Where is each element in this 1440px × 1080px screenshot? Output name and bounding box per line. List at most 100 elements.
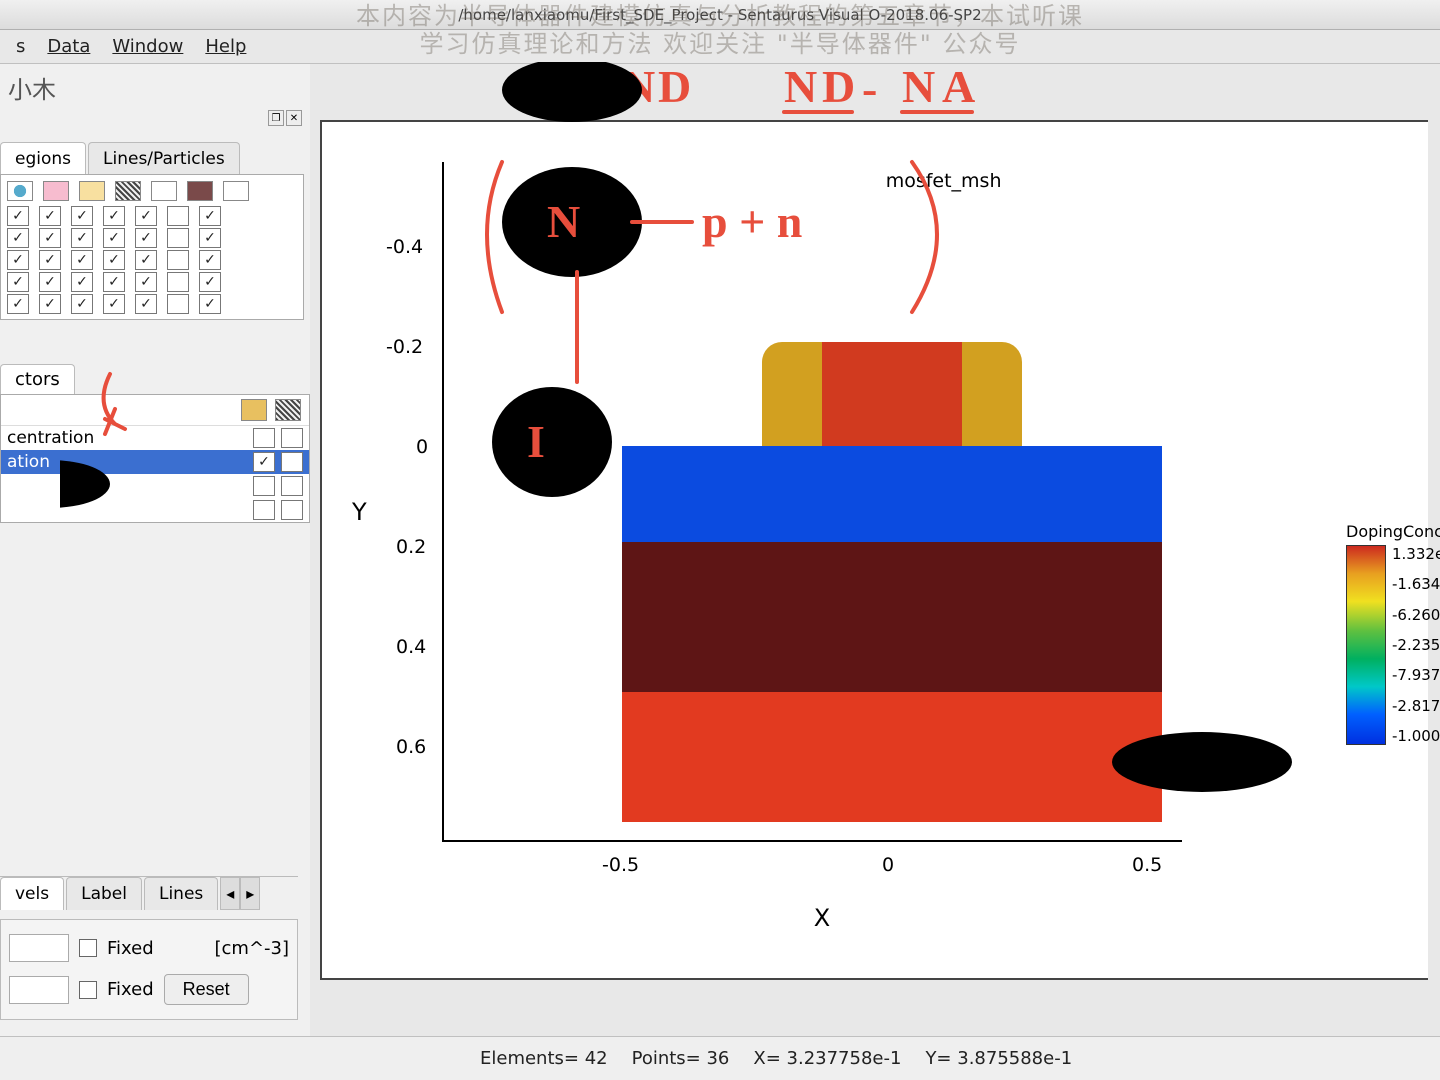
region-fill-icon[interactable] [43, 181, 69, 201]
field-checkbox[interactable] [253, 500, 275, 520]
level-min-fixed-checkbox[interactable] [79, 939, 97, 957]
outline-icon[interactable] [151, 181, 177, 201]
region-checkbox[interactable]: ✓ [199, 250, 221, 270]
menu-item-window[interactable]: Window [102, 32, 193, 61]
status-x: X= 3.237758e-1 [753, 1048, 901, 1069]
menu-item-help[interactable]: Help [195, 32, 256, 61]
tab-lines[interactable]: Lines [144, 877, 218, 910]
field-name: centration [7, 428, 247, 448]
level-min-input[interactable] [9, 934, 69, 962]
regions-matrix: ✓✓✓✓✓✓✓✓✓✓✓✓✓✓✓✓✓✓✓✓✓✓✓✓✓✓✓✓✓✓ [0, 174, 304, 320]
panel-close-icon[interactable]: ✕ [286, 110, 302, 126]
region-checkbox[interactable]: ✓ [199, 228, 221, 248]
region-checkbox[interactable]: ✓ [103, 294, 125, 314]
field-checkbox[interactable]: ✓ [253, 452, 275, 472]
level-max-fixed-checkbox[interactable] [79, 981, 97, 999]
region-checkbox[interactable] [167, 250, 189, 270]
tab-scroll-right-icon[interactable]: ▸ [240, 877, 260, 910]
region-checkbox[interactable] [167, 228, 189, 248]
field-checkbox[interactable] [281, 476, 303, 496]
mesh-icon[interactable] [115, 181, 141, 201]
panel-window-controls: ❐ ✕ [268, 110, 302, 126]
region-checkbox[interactable]: ✓ [71, 206, 93, 226]
region-checkbox[interactable]: ✓ [103, 206, 125, 226]
region-checkbox[interactable]: ✓ [199, 206, 221, 226]
region-checkbox[interactable]: ✓ [39, 206, 61, 226]
lock-icon[interactable] [223, 181, 249, 201]
y-axis-label: Y [352, 498, 367, 526]
region-checkbox[interactable]: ✓ [135, 228, 157, 248]
region-checkbox[interactable]: ✓ [71, 250, 93, 270]
region-checkbox[interactable]: ✓ [39, 228, 61, 248]
region-checkbox[interactable] [167, 272, 189, 292]
region-checkbox[interactable]: ✓ [199, 294, 221, 314]
region-checkbox[interactable]: ✓ [71, 228, 93, 248]
window-title: /home/lanxiaomu/First_SDE_Project - Sent… [458, 6, 981, 24]
field-row[interactable] [1, 498, 309, 522]
region-checkbox[interactable]: ✓ [39, 250, 61, 270]
tab-regions[interactable]: egions [0, 142, 86, 174]
visibility-icon[interactable] [7, 181, 33, 201]
region-checkbox[interactable]: ✓ [103, 272, 125, 292]
menu-item-data[interactable]: Data [37, 32, 100, 61]
svg-text:D: D [658, 62, 691, 112]
tab-lines-particles[interactable]: Lines/Particles [88, 142, 240, 174]
status-points: Points= 36 [632, 1048, 730, 1069]
region-checkbox[interactable]: ✓ [71, 272, 93, 292]
region-checkbox[interactable]: ✓ [7, 206, 29, 226]
region-checkbox[interactable]: ✓ [39, 272, 61, 292]
region-color-icon[interactable] [79, 181, 105, 201]
region-checkbox[interactable]: ✓ [135, 272, 157, 292]
svg-text:N: N [784, 62, 817, 112]
window-titlebar: /home/lanxiaomu/First_SDE_Project - Sent… [0, 0, 1440, 30]
reset-button[interactable]: Reset [164, 974, 249, 1005]
tab-levels[interactable]: vels [0, 877, 64, 910]
region-checkbox[interactable]: ✓ [135, 294, 157, 314]
svg-text:A: A [942, 62, 975, 112]
region-checkbox[interactable]: ✓ [135, 206, 157, 226]
y-tick: -0.2 [386, 336, 423, 358]
tab-vectors[interactable]: ctors [0, 364, 75, 394]
field-row[interactable] [1, 474, 309, 498]
field-checkbox[interactable] [281, 452, 303, 472]
region-checkbox[interactable]: ✓ [71, 294, 93, 314]
region-mid-darkred [622, 542, 1162, 692]
y-tick: -0.4 [386, 236, 423, 258]
tab-label[interactable]: Label [66, 877, 142, 910]
tab-scroll-left-icon[interactable]: ◂ [220, 877, 240, 910]
svg-text:-: - [862, 63, 877, 114]
region-checkbox[interactable] [167, 206, 189, 226]
level-max-input[interactable] [9, 976, 69, 1004]
field-checkbox[interactable] [281, 428, 303, 448]
region-checkbox[interactable]: ✓ [39, 294, 61, 314]
region-gate-right [952, 342, 1022, 446]
field-row[interactable]: centration [1, 426, 309, 450]
field-row[interactable]: ation✓ [1, 450, 309, 474]
region-checkbox[interactable]: ✓ [103, 250, 125, 270]
panel-restore-icon[interactable]: ❐ [268, 110, 284, 126]
x-tick: -0.5 [602, 854, 639, 876]
status-y: Y= 3.875588e-1 [925, 1048, 1072, 1069]
field-color-icon[interactable] [241, 399, 267, 421]
region-checkbox[interactable]: ✓ [7, 250, 29, 270]
fields-list: centrationation✓ [0, 394, 310, 523]
region-checkbox[interactable]: ✓ [7, 294, 29, 314]
material-icon[interactable] [187, 181, 213, 201]
menu-item-s[interactable]: s [6, 32, 35, 61]
region-checkbox[interactable]: ✓ [135, 250, 157, 270]
region-checkbox[interactable]: ✓ [103, 228, 125, 248]
y-tick: 0 [416, 436, 428, 458]
region-checkbox[interactable]: ✓ [7, 272, 29, 292]
colorbar-tick: -2.235e [1392, 636, 1440, 654]
region-checkbox[interactable]: ✓ [199, 272, 221, 292]
level-min-fixed-label: Fixed [107, 938, 154, 959]
field-checkbox[interactable] [253, 428, 275, 448]
field-checkbox[interactable] [281, 500, 303, 520]
left-panel: 小木 ❐ ✕ egions Lines/Particles ✓✓✓✓✓✓✓✓✓✓… [0, 64, 310, 1080]
plot-canvas[interactable]: mosfet_msh Y X -0.4 -0.2 0 0.2 0.4 0.6 -… [320, 120, 1428, 980]
x-tick: 0.5 [1132, 854, 1162, 876]
field-checkbox[interactable] [253, 476, 275, 496]
region-checkbox[interactable]: ✓ [7, 228, 29, 248]
region-checkbox[interactable] [167, 294, 189, 314]
field-mesh-icon[interactable] [275, 399, 301, 421]
